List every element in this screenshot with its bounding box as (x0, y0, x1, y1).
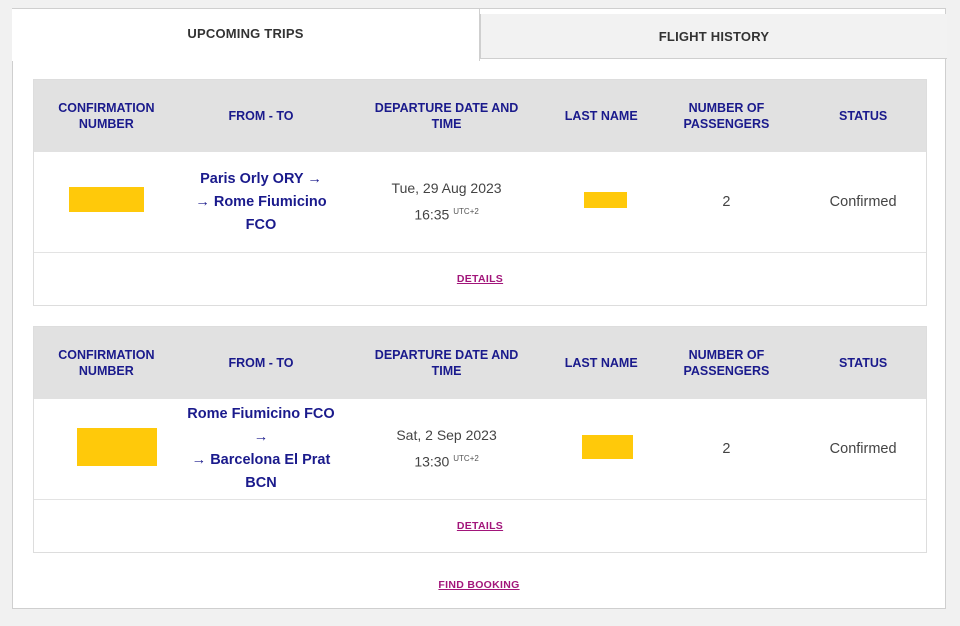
find-booking-row: FIND BOOKING (13, 575, 945, 593)
header-status: STATUS (839, 109, 888, 123)
header-passengers: NUMBER OF PASSENGERS (653, 100, 801, 132)
departure-cell: Tue, 29 Aug 2023 16:35 UTC+2 (343, 177, 550, 227)
header-text: CONFIRMATION (58, 348, 155, 362)
redacted-last-name (583, 191, 627, 208)
header-passengers: NUMBER OF PASSENGERS (653, 347, 801, 379)
header-text: PASSENGERS (683, 117, 770, 131)
status-text: Confirmed (829, 441, 897, 457)
header-confirmation-number: CONFIRMATION NUMBER (34, 347, 179, 379)
trip-card: CONFIRMATION NUMBER FROM - TO DEPARTURE … (33, 326, 927, 553)
route-origin: Rome Fiumicino FCO → (179, 403, 344, 449)
origin-airport: Paris Orly ORY (200, 170, 304, 187)
trip-table-header: CONFIRMATION NUMBER FROM - TO DEPARTURE … (34, 80, 926, 152)
header-text: NUMBER (78, 117, 134, 131)
trips-panel: UPCOMING TRIPS FLIGHT HISTORY CONFIRMATI… (12, 8, 947, 609)
timezone-label: UTC+2 (453, 454, 479, 464)
route-origin: Paris Orly ORY → (179, 168, 344, 191)
header-status: STATUS (839, 356, 888, 370)
confirmation-number-cell (34, 427, 179, 471)
departure-date: Tue, 29 Aug 2023 (391, 180, 502, 197)
trip-row: Rome Fiumicino FCO → → Barcelona El Prat… (34, 399, 926, 500)
last-name-cell (550, 434, 653, 464)
departure-time: 16:35 (414, 206, 450, 223)
details-link[interactable]: DETAILS (457, 273, 503, 285)
route-destination: → Barcelona El Prat BCN (179, 449, 344, 495)
header-text: CONFIRMATION (58, 101, 155, 115)
tab-upcoming-trips[interactable]: UPCOMING TRIPS (12, 9, 480, 61)
details-link[interactable]: DETAILS (457, 520, 503, 532)
origin-airport: Rome Fiumicino FCO (187, 406, 335, 422)
header-confirmation-number: CONFIRMATION NUMBER (34, 100, 179, 132)
tab-bar: UPCOMING TRIPS FLIGHT HISTORY (12, 9, 947, 61)
departure-date: Sat, 2 Sep 2023 (396, 427, 497, 444)
destination-airport: Rome Fiumicino FCO (213, 193, 327, 233)
header-text: TIME (431, 364, 462, 378)
header-from-to: FROM - TO (228, 356, 294, 370)
header-text: DEPARTURE DATE AND (374, 101, 519, 115)
header-departure: DEPARTURE DATE AND TIME (343, 347, 550, 379)
trip-footer: DETAILS (34, 253, 926, 305)
route-cell: Rome Fiumicino FCO → → Barcelona El Prat… (179, 403, 344, 495)
redacted-confirmation-number (68, 187, 144, 212)
route-cell: Paris Orly ORY → → Rome Fiumicino FCO (179, 168, 344, 237)
confirmation-number-cell (34, 187, 179, 217)
departure-cell: Sat, 2 Sep 2023 13:30 UTC+2 (343, 424, 550, 474)
tab-flight-history[interactable]: FLIGHT HISTORY (480, 14, 947, 59)
arrow-right-icon: → (307, 170, 322, 187)
header-from-to: FROM - TO (228, 109, 294, 123)
header-text: DEPARTURE DATE AND (374, 348, 519, 362)
passenger-count: 2 (722, 194, 731, 210)
departure-time: 13:30 (414, 453, 450, 470)
arrow-right-icon: → (195, 193, 210, 210)
header-text: TIME (431, 117, 462, 131)
redacted-last-name (582, 434, 634, 459)
arrow-right-icon: → (253, 429, 269, 445)
header-text: NUMBER OF (688, 101, 765, 115)
header-text: PASSENGERS (683, 364, 770, 378)
find-booking-link[interactable]: FIND BOOKING (438, 579, 519, 591)
header-last-name: LAST NAME (564, 109, 638, 123)
status-text: Confirmed (829, 194, 897, 210)
passenger-count: 2 (722, 441, 731, 457)
arrow-right-icon: → (191, 452, 207, 468)
redacted-confirmation-number (77, 427, 158, 466)
route-destination: → Rome Fiumicino FCO (179, 191, 344, 237)
header-last-name: LAST NAME (564, 356, 638, 370)
trip-card: CONFIRMATION NUMBER FROM - TO DEPARTURE … (33, 79, 927, 306)
destination-airport: Barcelona El Prat BCN (210, 452, 331, 491)
last-name-cell (550, 191, 653, 213)
header-text: NUMBER OF (688, 348, 765, 362)
trip-table-header: CONFIRMATION NUMBER FROM - TO DEPARTURE … (34, 327, 926, 399)
trip-footer: DETAILS (34, 500, 926, 552)
trip-row: Paris Orly ORY → → Rome Fiumicino FCO Tu… (34, 152, 926, 253)
header-departure: DEPARTURE DATE AND TIME (343, 100, 550, 132)
header-text: NUMBER (78, 364, 134, 378)
timezone-label: UTC+2 (453, 207, 479, 217)
